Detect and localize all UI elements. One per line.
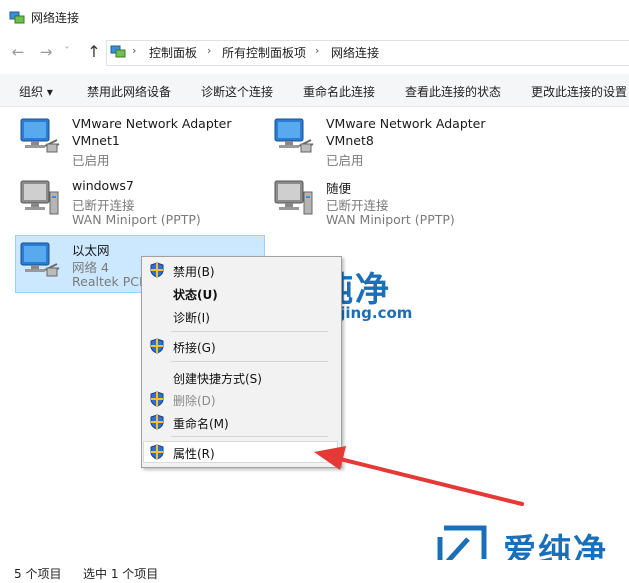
menu-separator xyxy=(171,331,328,332)
view-status-button[interactable]: 查看此连接的状态 xyxy=(405,83,501,100)
organize-button[interactable]: 组织 ▾ xyxy=(19,83,53,100)
connection-name: VMware Network Adapter xyxy=(72,116,232,131)
menu-label: 诊断(I) xyxy=(173,311,210,325)
back-arrow-icon[interactable]: ← xyxy=(8,42,28,62)
uac-shield-icon xyxy=(150,391,164,407)
connection-device: Realtek PCI xyxy=(72,274,143,289)
menu-label: 重命名(M) xyxy=(173,417,229,431)
connection-device: WAN Miniport (PPTP) xyxy=(72,212,201,227)
network-connections-icon xyxy=(9,11,25,24)
menu-label: 禁用(B) xyxy=(173,265,215,279)
uac-shield-icon xyxy=(150,338,164,354)
breadcrumb-separator[interactable]: › xyxy=(132,44,136,57)
menu-label: 桥接(G) xyxy=(173,341,216,355)
menu-item-bridge[interactable] xyxy=(142,335,339,357)
network-adapter-icon xyxy=(20,118,60,153)
uac-shield-icon xyxy=(150,262,164,278)
menu-separator xyxy=(171,436,328,437)
breadcrumb-separator[interactable]: › xyxy=(315,44,319,57)
connection-name-line2: VMnet1 xyxy=(72,133,120,148)
menu-label: 状态(U) xyxy=(173,288,218,302)
change-settings-button[interactable]: 更改此连接的设置 xyxy=(531,83,627,100)
connection-status: 已启用 xyxy=(326,153,364,168)
connection-name: VMware Network Adapter xyxy=(326,116,486,131)
connection-status: 已启用 xyxy=(72,153,110,168)
control-panel-icon xyxy=(110,45,126,58)
menu-item-disable[interactable] xyxy=(142,259,339,281)
menu-item-rename[interactable] xyxy=(142,411,339,433)
breadcrumb-separator[interactable]: › xyxy=(207,44,211,57)
annotation-arrow-icon xyxy=(314,446,524,506)
menu-item-diagnose[interactable] xyxy=(142,305,339,327)
menu-separator xyxy=(171,361,328,362)
window-title: 网络连接 xyxy=(31,11,80,25)
menu-item-status[interactable] xyxy=(142,282,339,304)
diagnose-button[interactable]: 诊断这个连接 xyxy=(201,83,273,100)
selected-count: 选中 1 个项目 xyxy=(83,567,159,581)
disable-device-button[interactable]: 禁用此网络设备 xyxy=(87,83,171,100)
recent-locations-chevron-icon[interactable]: ˅ xyxy=(60,42,74,62)
network-adapter-icon xyxy=(20,242,60,277)
menu-label: 属性(R) xyxy=(173,447,215,461)
disconnected-vpn-icon xyxy=(20,180,59,215)
breadcrumb-network-connections[interactable]: 网络连接 xyxy=(331,44,379,61)
menu-label: 创建快捷方式(S) xyxy=(173,372,262,386)
connection-device: WAN Miniport (PPTP) xyxy=(326,212,455,227)
connection-name-line2: VMnet8 xyxy=(326,133,374,148)
forward-arrow-icon[interactable]: → xyxy=(36,42,56,62)
menu-label-disabled: 删除(D) xyxy=(173,394,216,408)
rename-button[interactable]: 重命名此连接 xyxy=(303,83,375,100)
uac-shield-icon xyxy=(150,444,164,460)
uac-shield-icon xyxy=(150,414,164,430)
disconnected-vpn-icon xyxy=(274,180,313,215)
network-adapter-icon xyxy=(274,118,314,153)
item-count: 5 个项目 xyxy=(14,567,62,581)
title-bar xyxy=(0,0,629,34)
breadcrumb-all-items[interactable]: 所有控制面板项 xyxy=(222,44,306,61)
connection-name: windows7 xyxy=(72,178,134,193)
up-arrow-icon[interactable]: ↑ xyxy=(84,42,104,62)
menu-item-delete[interactable] xyxy=(142,389,339,411)
breadcrumb-control-panel[interactable]: 控制面板 xyxy=(149,44,197,61)
